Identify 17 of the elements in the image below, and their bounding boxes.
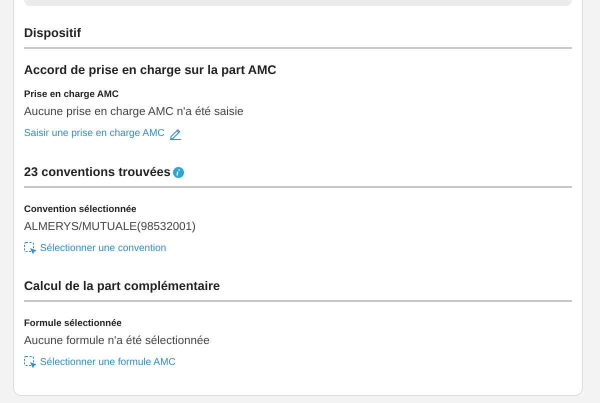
subsection-title: Accord de prise en charge sur la part AMC bbox=[24, 63, 278, 77]
field-value: Aucune formule n'a été sélectionnée bbox=[24, 335, 211, 347]
pencil-icon bbox=[168, 127, 182, 140]
field-value: Aucune prise en charge AMC n'a été saisie bbox=[24, 106, 245, 118]
field-label: Prise en charge AMC bbox=[24, 89, 120, 100]
action-link[interactable]: Sélectionner une convention bbox=[24, 242, 166, 254]
section-title: 23 conventions trouvées bbox=[24, 165, 171, 179]
selection-icon bbox=[24, 242, 36, 254]
action-link[interactable]: Sélectionner une formule AMC bbox=[24, 356, 176, 368]
section-title: Dispositif bbox=[24, 26, 81, 40]
field-label: Convention sélectionnée bbox=[24, 204, 138, 215]
action-link[interactable]: Saisir une prise en charge AMC bbox=[24, 127, 182, 140]
info-icon[interactable] bbox=[172, 166, 184, 178]
section-title: Calcul de la part complémentaire bbox=[24, 279, 220, 293]
field-label: Formule sélectionnée bbox=[24, 318, 123, 329]
selection-icon bbox=[24, 356, 36, 368]
field-value: ALMERYS/MUTUALE(98532001) bbox=[24, 221, 197, 233]
